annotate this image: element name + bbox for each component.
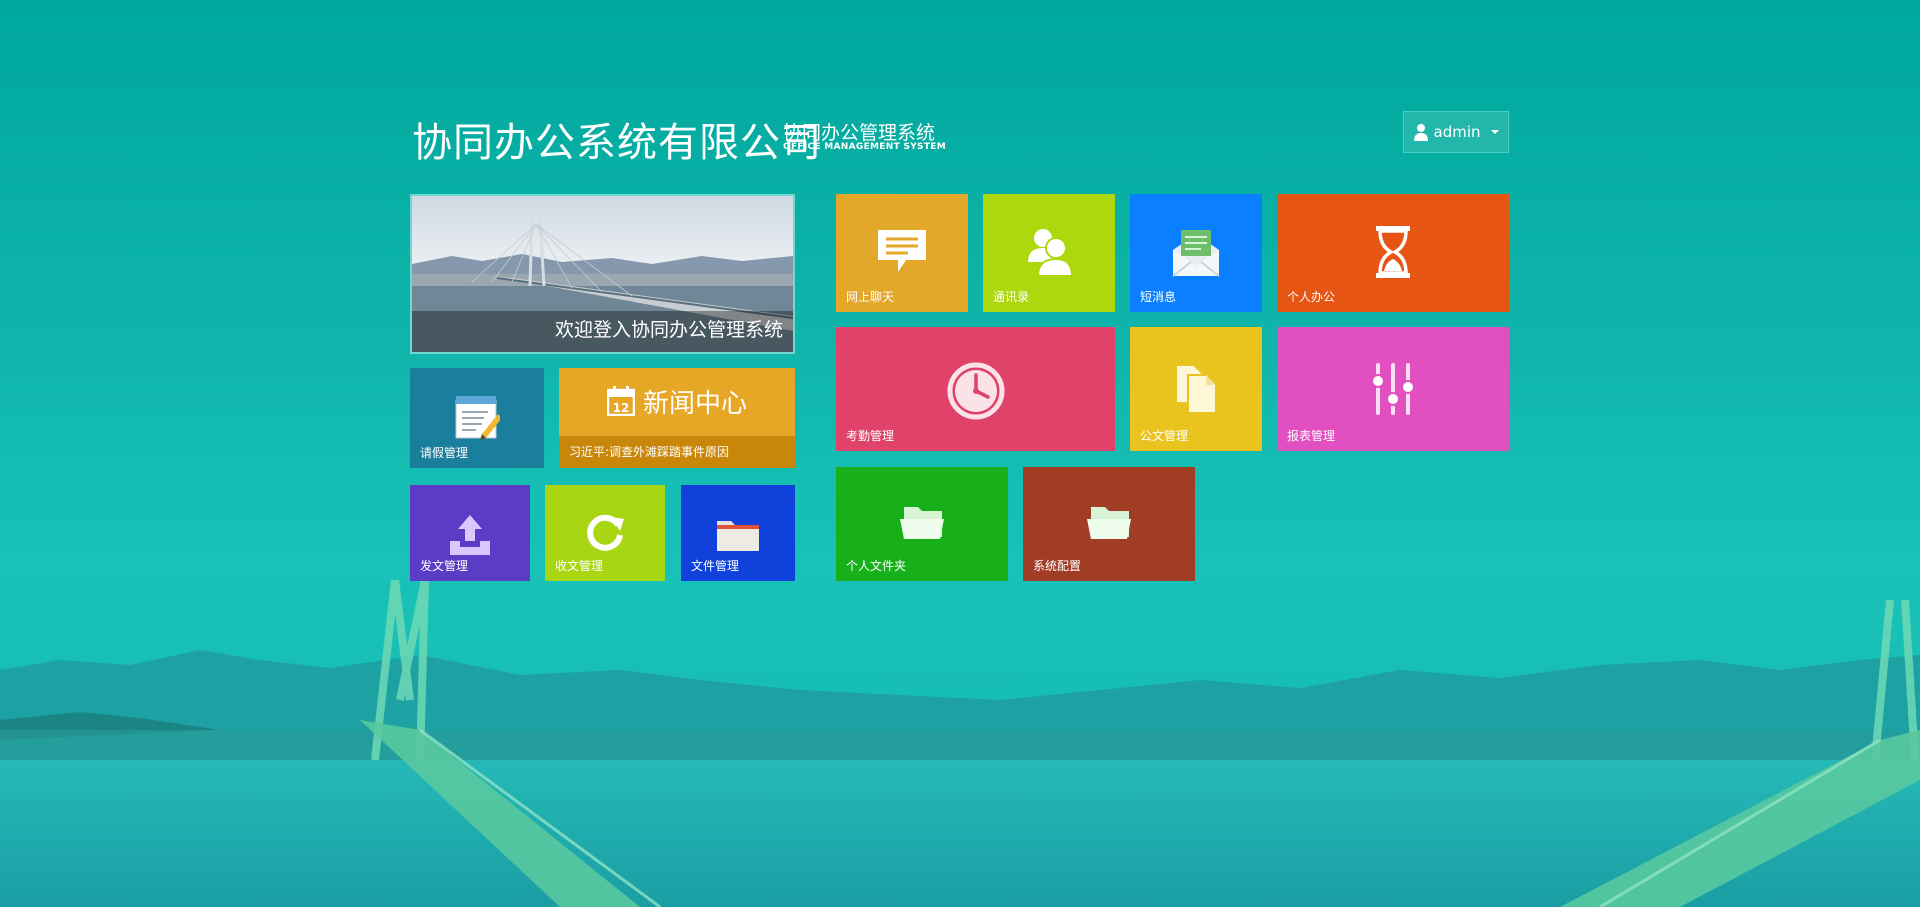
tile-send-doc[interactable]: 发文管理	[410, 485, 530, 581]
calendar-icon: 12	[606, 386, 635, 416]
tile-label: 报表管理	[1287, 429, 1336, 443]
tile-label: 收文管理	[555, 559, 604, 573]
tile-attendance[interactable]: 考勤管理	[836, 327, 1115, 451]
documents-icon	[1175, 364, 1217, 414]
user-icon	[1413, 124, 1428, 141]
page: 协同办公系统有限公司 协同办公管理系统 OFFICE MANAGEMENT SY…	[0, 0, 1920, 907]
refresh-icon	[587, 514, 624, 551]
user-menu-button[interactable]: admin	[1403, 111, 1509, 153]
tile-chat[interactable]: 网上聊天	[836, 194, 968, 312]
tile-label: 文件管理	[691, 559, 740, 573]
folder-open-icon	[900, 507, 944, 539]
tile-leave[interactable]: 请假管理	[410, 368, 544, 468]
tile-label: 短消息	[1140, 290, 1177, 304]
tile-file[interactable]: 文件管理	[681, 485, 795, 581]
tile-system-config[interactable]: 系统配置	[1023, 467, 1195, 581]
user-name: admin	[1433, 123, 1481, 141]
tile-receive-doc[interactable]: 收文管理	[545, 485, 665, 581]
tile-sms[interactable]: 短消息	[1130, 194, 1262, 312]
tile-personal-office[interactable]: 个人办公	[1277, 194, 1509, 312]
tile-report[interactable]: 报表管理	[1277, 327, 1509, 451]
tile-label: 通讯录	[993, 290, 1030, 304]
upload-tray-icon	[450, 515, 490, 555]
people-icon	[1028, 229, 1072, 277]
chevron-down-icon	[1490, 130, 1499, 134]
tile-label: 考勤管理	[846, 429, 895, 443]
news-headline[interactable]: 习近平:调查外滩踩踏事件原因	[559, 436, 795, 468]
folder-open-icon	[1087, 507, 1131, 539]
welcome-banner[interactable]: 欢迎登入协同办公管理系统	[410, 194, 795, 354]
envelope-icon	[1172, 230, 1220, 277]
system-title-en: OFFICE MANAGEMENT SYSTEM	[783, 142, 946, 152]
tile-news-center[interactable]: 12 新闻中心 习近平:调查外滩踩踏事件原因	[559, 368, 795, 468]
chat-bubble-icon	[878, 230, 926, 272]
calendar-day: 12	[613, 401, 630, 415]
tile-label: 公文管理	[1140, 429, 1189, 443]
system-title-cn: 协同办公管理系统	[783, 122, 936, 144]
tile-label: 系统配置	[1033, 559, 1082, 573]
notepad-pencil-icon	[455, 396, 500, 440]
company-title: 协同办公系统有限公司	[412, 120, 822, 166]
folder-icon	[717, 521, 759, 551]
banner-caption: 欢迎登入协同办公管理系统	[554, 319, 783, 341]
tile-contacts[interactable]: 通讯录	[983, 194, 1115, 312]
tile-label: 个人办公	[1287, 290, 1336, 304]
news-title: 新闻中心	[642, 388, 747, 419]
tile-label: 网上聊天	[846, 290, 895, 304]
clock-icon	[947, 362, 1004, 420]
tile-official-doc[interactable]: 公文管理	[1130, 327, 1262, 451]
hourglass-icon	[1376, 226, 1410, 278]
tile-personal-folder[interactable]: 个人文件夹	[836, 467, 1008, 581]
tile-label: 个人文件夹	[846, 559, 907, 573]
news-header: 12 新闻中心	[559, 368, 795, 434]
sliders-icon	[1371, 363, 1415, 415]
tile-label: 发文管理	[420, 559, 469, 573]
tile-label: 请假管理	[420, 446, 469, 460]
